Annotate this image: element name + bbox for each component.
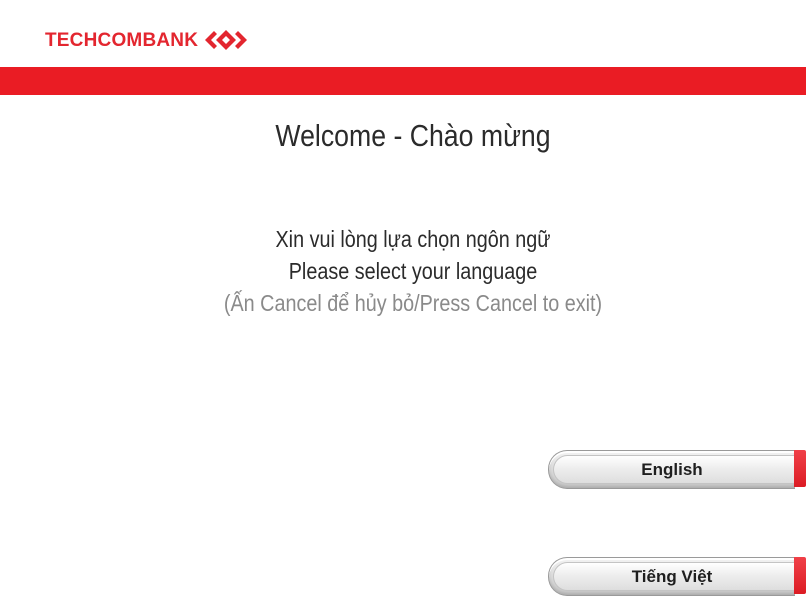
- welcome-title: Welcome - Chào mừng: [275, 118, 551, 153]
- english-button[interactable]: English: [548, 450, 795, 489]
- brand-name: TECHCOMBANK: [45, 29, 199, 51]
- english-button-indicator: [794, 450, 806, 487]
- language-prompt-vietnamese: Xin vui lòng lựa chọn ngôn ngữ: [275, 226, 551, 252]
- english-button-label: English: [641, 460, 703, 479]
- techcombank-logo: TECHCOMBANK: [45, 23, 248, 57]
- language-prompt-english: Please select your language: [288, 258, 538, 284]
- vietnamese-button-indicator: [794, 557, 806, 594]
- techcombank-diamond-icon: [205, 30, 248, 50]
- cancel-hint: (Ấn Cancel để hủy bỏ/Press Cancel to exi…: [223, 290, 603, 316]
- vietnamese-button[interactable]: Tiếng Việt: [548, 557, 795, 596]
- vietnamese-button-label: Tiếng Việt: [631, 567, 713, 586]
- brand-red-band: [0, 67, 806, 95]
- header: TECHCOMBANK: [0, 0, 806, 67]
